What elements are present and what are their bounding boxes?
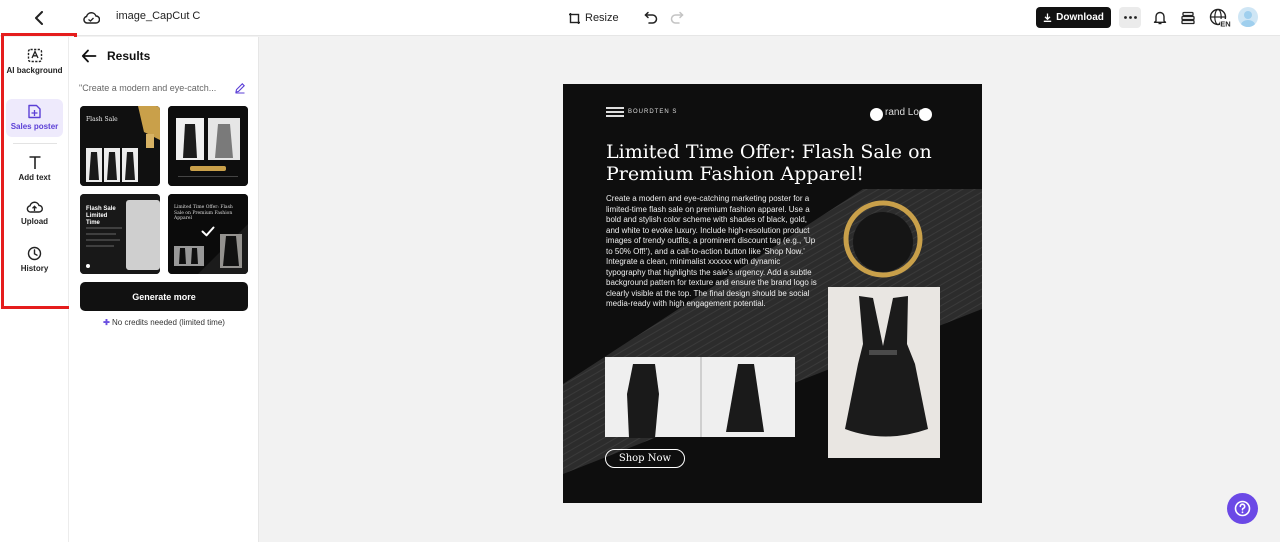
- rail-label-history: History: [20, 264, 49, 273]
- resize-button[interactable]: Resize: [568, 8, 619, 28]
- poster-shop-now-button[interactable]: Shop Now: [605, 449, 685, 468]
- poster-brand-name: BOURDTEN S: [628, 109, 678, 115]
- results-title: Results: [107, 49, 151, 63]
- download-button[interactable]: Download: [1036, 7, 1111, 28]
- storage-button[interactable]: [1178, 7, 1198, 28]
- rail-item-history[interactable]: History: [6, 246, 63, 276]
- undo-icon: [644, 11, 658, 24]
- undo-button[interactable]: [642, 7, 660, 27]
- clock-icon: [27, 246, 42, 261]
- credits-note: ✚ No credits needed (limited time): [80, 318, 248, 327]
- result-thumbnail-4[interactable]: Limited Time Offer: Flash Sale on Premiu…: [168, 194, 248, 274]
- results-header: Results: [81, 49, 150, 63]
- bell-icon: [1153, 11, 1167, 25]
- file-name[interactable]: image_CapCut C: [116, 10, 200, 22]
- poster-canvas[interactable]: BOURDTEN S rand Log Limited Time Offer: …: [563, 84, 982, 503]
- rail-item-upload[interactable]: Upload: [6, 200, 63, 230]
- brand-logo-icon: [606, 107, 624, 117]
- upload-icon: [26, 201, 43, 213]
- question-icon: [1234, 500, 1251, 517]
- svg-text:EN: EN: [1220, 20, 1230, 29]
- rail-label-sales-poster: Sales poster: [10, 122, 59, 131]
- redo-icon: [670, 11, 684, 24]
- thumbnail-image: [168, 106, 248, 186]
- poster-body-copy[interactable]: Create a modern and eye-catching marketi…: [606, 194, 820, 310]
- arrow-left-icon[interactable]: [81, 49, 97, 63]
- more-dots-icon: [1123, 16, 1137, 19]
- result-thumbnail-2[interactable]: [168, 106, 248, 186]
- back-button[interactable]: [28, 6, 50, 30]
- help-button[interactable]: [1227, 493, 1258, 524]
- redo-button[interactable]: [668, 7, 686, 27]
- poster-brand-mark[interactable]: BOURDTEN S: [606, 107, 677, 117]
- result-thumbnail-1[interactable]: Flash Sale: [80, 106, 160, 186]
- rail-item-sales-poster[interactable]: Sales poster: [6, 99, 63, 137]
- rail-label-add-text: Add text: [18, 173, 51, 182]
- more-options-button[interactable]: [1119, 7, 1141, 28]
- rail-item-ai-background[interactable]: AI background: [6, 47, 63, 91]
- user-avatar[interactable]: [1238, 7, 1258, 27]
- thumbnail-title: Limited Time Offer: Flash Sale on Premiu…: [174, 205, 233, 221]
- resize-handle-left[interactable]: [870, 108, 883, 121]
- resize-label: Resize: [585, 12, 619, 24]
- sales-poster-icon: [28, 104, 41, 119]
- download-label: Download: [1056, 12, 1104, 23]
- language-button[interactable]: EN: [1208, 6, 1232, 30]
- generate-more-button[interactable]: Generate more: [80, 282, 248, 311]
- result-thumbnail-3[interactable]: Flash Sale Limited Time: [80, 194, 160, 274]
- rail-label-upload: Upload: [20, 217, 49, 226]
- checkmark-icon: [201, 226, 215, 237]
- resize-icon: [569, 12, 580, 24]
- notifications-button[interactable]: [1150, 7, 1170, 28]
- results-panel: Results "Create a modern and eye-catch..…: [69, 37, 259, 542]
- top-bar: image_CapCut C Resize Download EN: [0, 0, 1280, 36]
- plus-icon: ✚: [103, 318, 110, 327]
- text-icon: [29, 156, 40, 169]
- download-icon: [1043, 13, 1052, 22]
- thumbnail-title: Flash Sale: [86, 116, 118, 123]
- ai-background-icon: [27, 48, 42, 63]
- resize-handle-right[interactable]: [919, 108, 932, 121]
- rail-item-add-text[interactable]: Add text: [6, 155, 63, 185]
- poster-headline[interactable]: Limited Time Offer: Flash Sale on Premiu…: [606, 141, 946, 185]
- prompt-preview[interactable]: "Create a modern and eye-catch...: [79, 83, 229, 93]
- cloud-icon: [83, 12, 100, 24]
- credits-note-text: No credits needed (limited time): [112, 318, 225, 327]
- tool-rail: AI background Sales poster Add text Uplo…: [0, 37, 69, 542]
- rail-divider: [13, 143, 57, 144]
- avatar-icon: [1241, 11, 1255, 27]
- chevron-left-icon: [35, 11, 43, 25]
- pencil-icon[interactable]: [234, 82, 246, 94]
- globe-language-icon: EN: [1209, 8, 1231, 28]
- thumbnail-title: Flash Sale Limited Time: [86, 206, 116, 226]
- cloud-save-status[interactable]: [80, 6, 102, 30]
- rail-label-ai-background: AI background: [6, 66, 63, 75]
- stack-icon: [1181, 11, 1195, 24]
